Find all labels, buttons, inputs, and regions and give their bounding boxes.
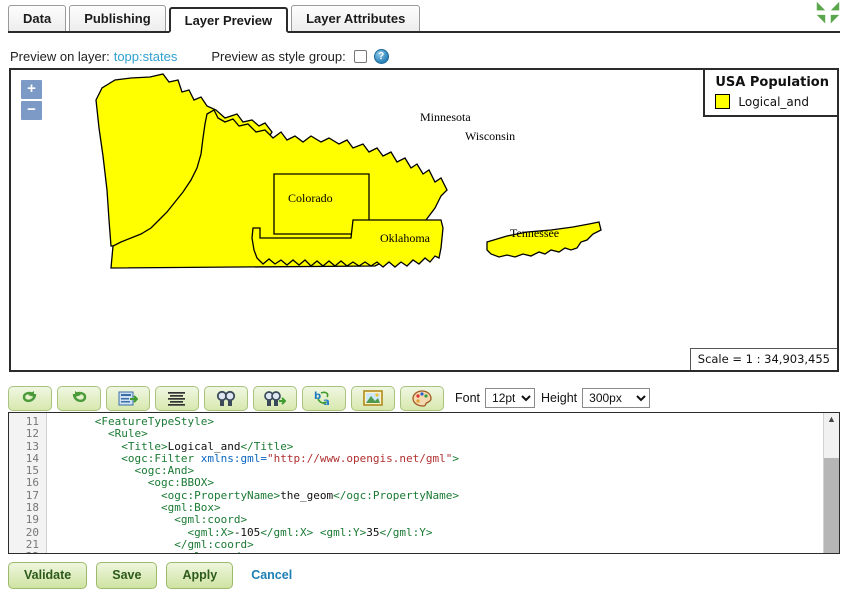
insert-image-icon bbox=[363, 390, 383, 406]
line-number-gutter: 11 12 13 14 15 16 17 18 19 20 21 22 bbox=[9, 413, 47, 553]
state-label-colorado: Colorado bbox=[288, 191, 333, 205]
code-line: <gml:coord> bbox=[55, 551, 823, 553]
height-label: Height bbox=[541, 391, 578, 405]
scroll-up-arrow-icon[interactable]: ▲ bbox=[824, 415, 839, 424]
preview-options-row: Preview on layer: topp:states Preview as… bbox=[10, 46, 838, 66]
line-number: 19 bbox=[25, 513, 39, 527]
sld-code-editor[interactable]: 11 12 13 14 15 16 17 18 19 20 21 22 <Fea… bbox=[8, 412, 840, 554]
undo-button[interactable] bbox=[8, 385, 52, 411]
undo-icon bbox=[22, 390, 37, 402]
save-button[interactable]: Save bbox=[96, 561, 158, 589]
color-palette-icon bbox=[412, 389, 432, 407]
map-legend: USA Population Logical_and bbox=[703, 70, 837, 117]
expand-arrows-icon[interactable]: ◣ ◢ ◥ ◤ bbox=[816, 0, 842, 26]
insert-image-button[interactable] bbox=[351, 385, 395, 411]
cancel-link[interactable]: Cancel bbox=[251, 568, 292, 582]
font-size-select[interactable]: 12pt bbox=[485, 388, 536, 408]
font-label: Font bbox=[455, 391, 481, 405]
expand-arrow-top-right-icon: ◢ bbox=[830, 0, 840, 12]
zoom-controls: + − bbox=[21, 80, 42, 122]
state-label-oklahoma: Oklahoma bbox=[380, 231, 431, 245]
tab-layer-attributes[interactable]: Layer Attributes bbox=[291, 5, 421, 31]
find-replace-icon bbox=[264, 390, 286, 406]
map-preview[interactable]: + − Minnesota Wisconsin Colorado Oklahom… bbox=[9, 68, 839, 372]
tab-bar: Data Publishing Layer Preview Layer Attr… bbox=[8, 5, 840, 33]
format-icon bbox=[168, 391, 185, 406]
line-number: 22 bbox=[9, 550, 46, 553]
goto-line-icon bbox=[118, 391, 138, 405]
preview-style-group-label: Preview as style group: bbox=[211, 48, 346, 64]
goto-line-button[interactable] bbox=[106, 385, 150, 411]
svg-text:a: a bbox=[323, 397, 330, 407]
help-icon[interactable]: ? bbox=[373, 48, 389, 64]
tab-data[interactable]: Data bbox=[8, 5, 67, 31]
layer-preview-page: ◣ ◢ ◥ ◤ Data Publishing Layer Preview La… bbox=[0, 0, 848, 596]
find-replace-button[interactable] bbox=[253, 385, 297, 411]
line-number: 16 bbox=[25, 476, 39, 490]
expand-arrow-bottom-right-icon: ◤ bbox=[830, 13, 840, 25]
tab-layer-preview[interactable]: Layer Preview bbox=[168, 7, 289, 33]
code-text-area[interactable]: <FeatureTypeStyle> <Rule> <Title>Logical… bbox=[47, 413, 823, 553]
style-group-checkbox[interactable] bbox=[353, 49, 367, 63]
replace-text-button[interactable]: b a bbox=[302, 385, 346, 411]
expand-arrow-bottom-left-icon: ◥ bbox=[816, 13, 826, 25]
expand-arrow-top-left-icon: ◣ bbox=[816, 0, 826, 12]
scrollbar-thumb[interactable] bbox=[824, 458, 839, 553]
editor-height-select[interactable]: 300px bbox=[582, 388, 651, 408]
legend-entry: Logical_and bbox=[715, 94, 829, 109]
legend-swatch bbox=[715, 94, 731, 109]
line-number: 12 bbox=[25, 427, 39, 441]
redo-icon bbox=[72, 390, 87, 402]
editor-vertical-scrollbar[interactable]: ▲ bbox=[823, 413, 839, 553]
tab-publishing[interactable]: Publishing bbox=[69, 5, 166, 31]
zoom-out-button[interactable]: − bbox=[21, 101, 42, 120]
preview-on-layer-label: Preview on layer: bbox=[10, 48, 110, 64]
zoom-in-button[interactable]: + bbox=[21, 80, 42, 99]
form-action-bar: Validate Save Apply Cancel bbox=[8, 560, 292, 590]
editor-toolbar: b a Font 12pt Height 300px bbox=[8, 384, 840, 412]
redo-button[interactable] bbox=[57, 385, 101, 411]
state-label-wisconsin: Wisconsin bbox=[465, 129, 515, 143]
format-button[interactable] bbox=[155, 385, 199, 411]
legend-entry-label: Logical_and bbox=[738, 94, 810, 109]
state-label-tennessee: Tennessee bbox=[510, 226, 559, 240]
code-line: <FeatureTypeStyle> bbox=[94, 415, 214, 428]
legend-title: USA Population bbox=[715, 75, 829, 90]
find-button[interactable] bbox=[204, 385, 248, 411]
svg-text:b: b bbox=[314, 391, 321, 402]
state-label-minnesota: Minnesota bbox=[420, 110, 471, 124]
validate-button[interactable]: Validate bbox=[8, 561, 88, 589]
apply-button[interactable]: Apply bbox=[166, 561, 234, 589]
color-palette-button[interactable] bbox=[400, 385, 444, 411]
replace-text-icon: b a bbox=[314, 391, 330, 407]
preview-layer-link[interactable]: topp:states bbox=[114, 49, 178, 64]
find-icon bbox=[216, 390, 236, 406]
map-scale-indicator: Scale = 1 : 34,903,455 bbox=[689, 348, 837, 370]
